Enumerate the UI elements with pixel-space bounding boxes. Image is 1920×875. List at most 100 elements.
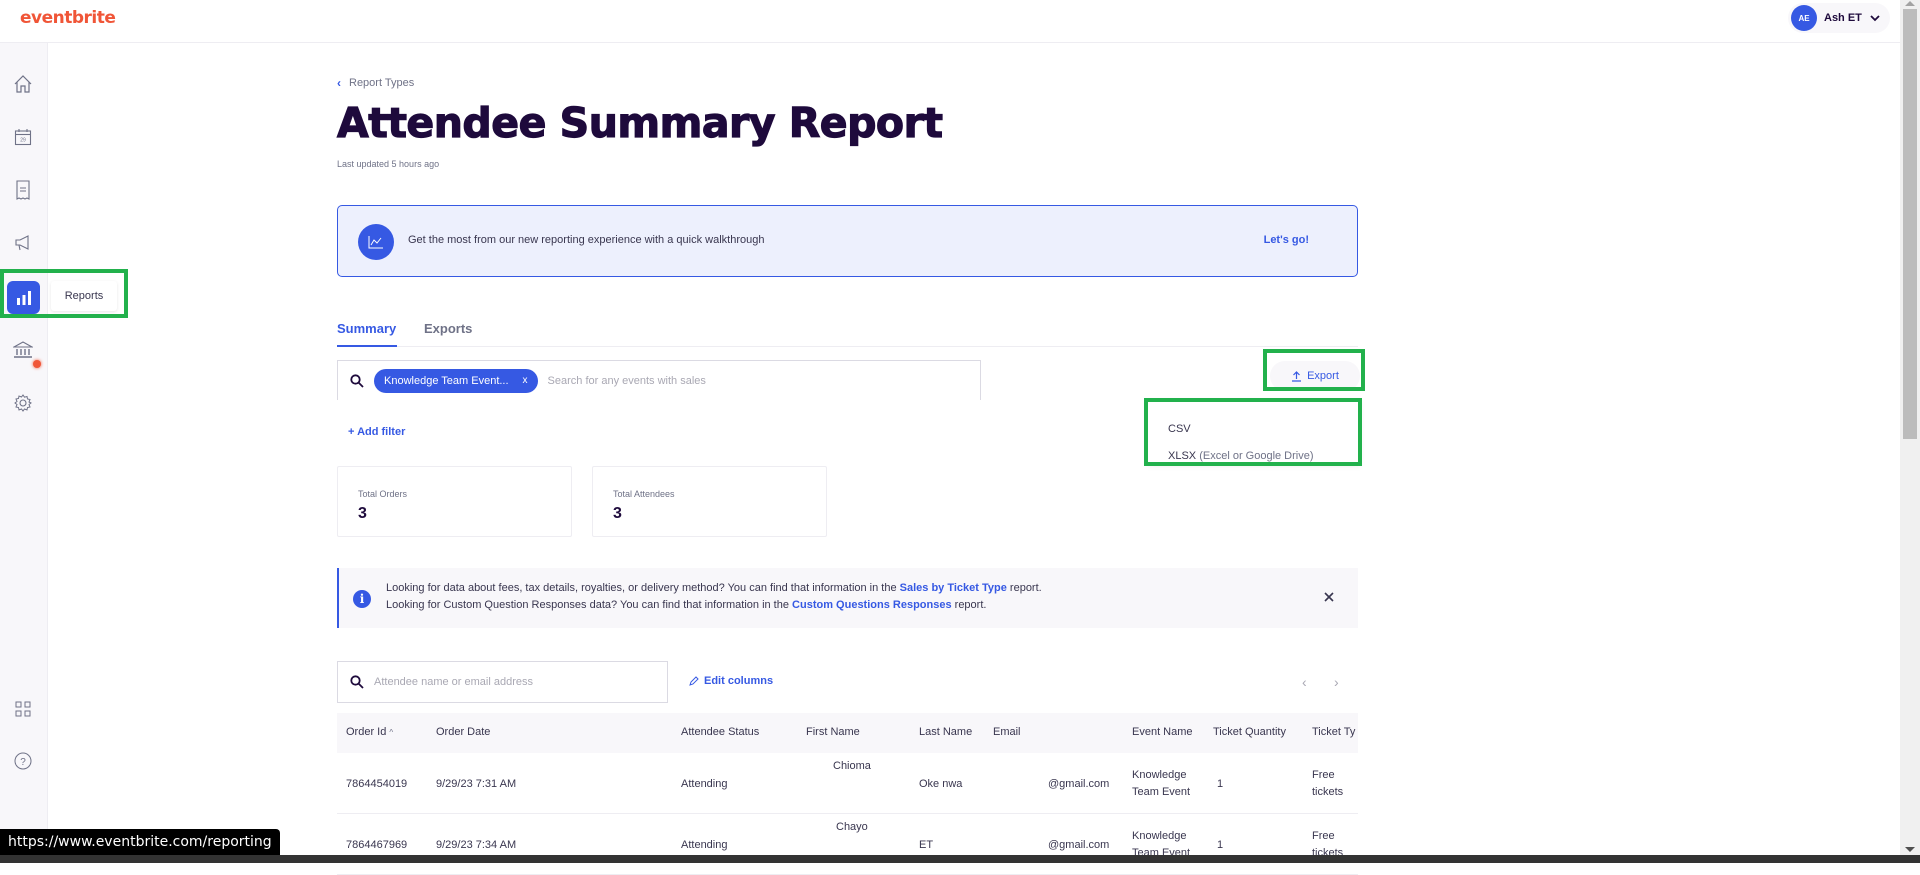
col-order-id[interactable]: Order Id ^ (346, 726, 393, 738)
stat-card-total-attendees: Total Attendees 3 (592, 466, 827, 537)
receipt-icon[interactable] (12, 179, 34, 201)
prev-page-button[interactable]: ‹ (1302, 674, 1307, 690)
attendee-table: Order Id ^ Order Date Attendee Status Fi… (337, 713, 1358, 875)
event-search-input[interactable] (547, 374, 848, 387)
avatar: AE (1791, 5, 1817, 31)
cell-event-name-2: Team Event (1132, 786, 1191, 798)
report-tabs: Summary Exports (337, 309, 1358, 347)
stat-value: 3 (358, 505, 367, 522)
cell-order-date: 9/29/23 7:34 AM (436, 839, 517, 851)
cell-status: Attending (681, 778, 728, 790)
help-icon[interactable]: ? (12, 750, 34, 772)
cell-qty: 1 (1217, 839, 1224, 851)
search-icon (350, 674, 366, 690)
megaphone-icon[interactable] (12, 232, 34, 254)
tab-exports[interactable]: Exports (424, 321, 472, 336)
pencil-icon (689, 676, 699, 686)
info-text: Looking for Custom Question Responses da… (386, 599, 793, 611)
breadcrumb[interactable]: ‹ Report Types (337, 76, 414, 90)
last-updated: Last updated 5 hours ago (337, 159, 440, 169)
cell-event-name-1: Knowledge (1132, 830, 1187, 842)
plus-icon: + (348, 426, 358, 438)
stat-label: Total Orders (358, 489, 408, 499)
info-text: report. (951, 599, 987, 611)
cell-order-id: 7864467969 (346, 839, 408, 851)
col-event-name[interactable]: Event Name (1132, 726, 1193, 738)
sidebar: 29 ? (0, 43, 48, 863)
scroll-thumb[interactable] (1903, 9, 1917, 439)
add-filter-button[interactable]: + Add filter (348, 426, 405, 438)
close-icon[interactable] (1322, 590, 1336, 604)
cell-event-name-1: Knowledge (1132, 769, 1187, 781)
walkthrough-text: Get the most from our new reporting expe… (408, 234, 765, 246)
bank-icon[interactable] (12, 339, 34, 361)
cell-first-name: Chioma (833, 760, 871, 772)
cell-ticket-1: Free (1312, 769, 1335, 781)
grid-icon[interactable] (12, 698, 34, 720)
user-menu[interactable]: AE Ash ET (1788, 3, 1890, 33)
eventbrite-logo[interactable]: eventbrite (20, 8, 116, 28)
cell-last-name: Oke nwa (919, 778, 963, 790)
table-row[interactable]: 7864467969 9/29/23 7:34 AM Attending Cha… (337, 814, 1358, 875)
info-icon: i (353, 590, 371, 608)
attendee-search (337, 661, 668, 703)
stat-card-total-orders: Total Orders 3 (337, 466, 572, 537)
calendar-icon[interactable]: 29 (12, 126, 34, 148)
highlight-export-menu (1144, 398, 1362, 466)
scroll-down-arrow[interactable] (1905, 847, 1915, 852)
event-search: Knowledge Team Event... x (337, 360, 981, 400)
col-order-date[interactable]: Order Date (436, 726, 490, 738)
col-ticket-type[interactable]: Ticket Ty (1312, 726, 1355, 738)
col-email[interactable]: Email (993, 726, 1021, 738)
notification-badge (33, 360, 41, 368)
info-line-2: Looking for Custom Question Responses da… (386, 599, 986, 611)
info-text: Looking for data about fees, tax details… (386, 582, 900, 594)
cell-email: @gmail.com (1048, 839, 1110, 851)
info-text: report. (1006, 582, 1042, 594)
sort-asc-icon: ^ (389, 728, 394, 737)
attendee-search-input[interactable] (374, 676, 644, 688)
edit-columns-label: Edit columns (704, 675, 774, 687)
custom-questions-responses-link[interactable]: Custom Questions Responses (792, 599, 952, 611)
event-filter-chip[interactable]: Knowledge Team Event... x (374, 368, 538, 393)
table-row[interactable]: 7864454019 9/29/23 7:31 AM Attending Chi… (337, 753, 1358, 814)
info-line-1: Looking for data about fees, tax details… (386, 582, 1042, 594)
highlight-export (1263, 349, 1365, 391)
gear-icon[interactable] (12, 392, 34, 414)
highlight-reports (0, 269, 128, 318)
cell-status: Attending (681, 839, 728, 851)
tab-summary[interactable]: Summary (337, 321, 398, 347)
bottom-strip (0, 855, 1920, 863)
top-bar: eventbrite AE Ash ET (0, 0, 1900, 43)
info-banner: i Looking for data about fees, tax detai… (337, 568, 1358, 628)
cell-ticket-2: tickets (1312, 786, 1344, 798)
user-name: Ash ET (1824, 12, 1862, 24)
col-last-name[interactable]: Last Name (919, 726, 972, 738)
calendar-date: 29 (20, 138, 26, 144)
add-filter-label: Add filter (357, 426, 406, 438)
chip-close-icon[interactable]: x (523, 375, 528, 386)
cell-order-date: 9/29/23 7:31 AM (436, 778, 517, 790)
cell-last-name: ET (919, 839, 934, 851)
cell-email: @gmail.com (1048, 778, 1110, 790)
stat-label: Total Attendees (613, 489, 675, 499)
cell-order-id: 7864454019 (346, 778, 408, 790)
search-icon (350, 373, 366, 389)
walkthrough-link[interactable]: Let's go! (1264, 234, 1309, 246)
next-page-button[interactable]: › (1334, 674, 1339, 690)
col-attendee-status[interactable]: Attendee Status (681, 726, 759, 738)
sales-by-ticket-type-link[interactable]: Sales by Ticket Type (900, 582, 1007, 594)
edit-columns-button[interactable]: Edit columns (689, 675, 773, 687)
page-scrollbar[interactable] (1900, 0, 1920, 855)
table-header: Order Id ^ Order Date Attendee Status Fi… (337, 713, 1358, 753)
chevron-left-icon: ‹ (337, 76, 341, 90)
status-bar-url: https://www.eventbrite.com/reporting (0, 829, 280, 855)
chip-label: Knowledge Team Event... (384, 374, 509, 387)
home-icon[interactable] (12, 73, 34, 95)
col-ticket-quantity[interactable]: Ticket Quantity (1213, 726, 1286, 738)
cell-ticket-1: Free (1312, 830, 1335, 842)
walkthrough-banner: Get the most from our new reporting expe… (337, 205, 1358, 277)
cell-first-name: Chayo (836, 821, 868, 833)
col-first-name[interactable]: First Name (806, 726, 860, 738)
scroll-up-arrow[interactable] (1905, 1, 1915, 6)
